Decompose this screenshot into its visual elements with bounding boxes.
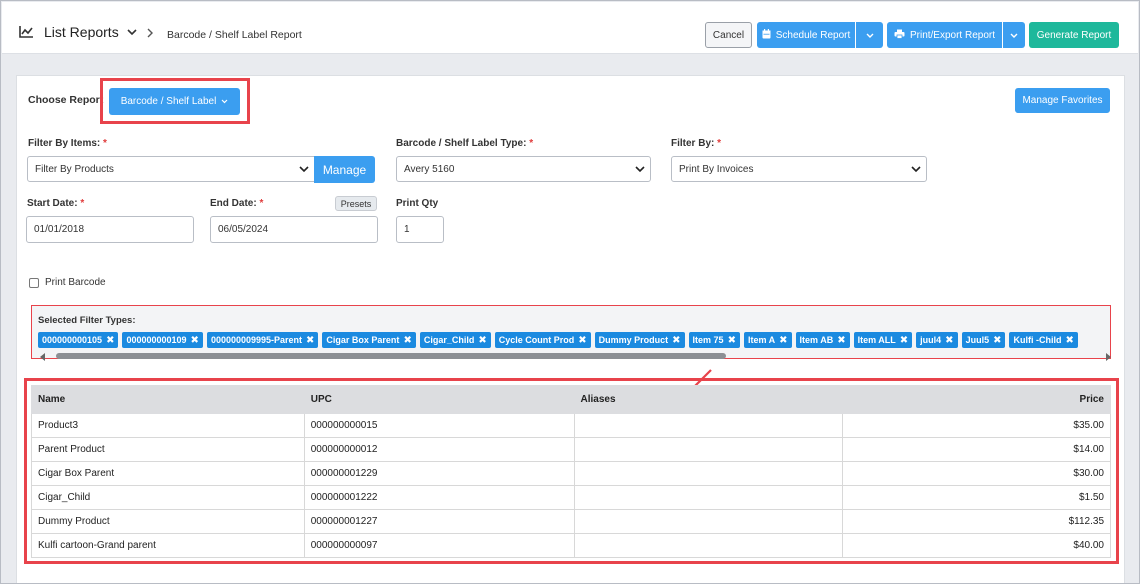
line-chart-icon <box>19 26 34 38</box>
cell-aliases <box>573 509 844 534</box>
cell-aliases <box>573 461 844 486</box>
print-export-dropdown[interactable] <box>1003 22 1025 48</box>
cell-upc: 000000000012 <box>303 437 575 462</box>
chevron-right-icon <box>147 28 154 41</box>
report-panel: Choose Report Barcode / Shelf Label Mana… <box>16 75 1125 583</box>
table-header-row: Name UPC Aliases Price <box>31 385 1111 414</box>
schedule-report-button[interactable]: Schedule Report <box>757 22 855 48</box>
printer-icon <box>894 29 910 42</box>
cell-upc: 000000001222 <box>303 485 575 510</box>
chevron-down-icon <box>1010 30 1018 41</box>
print-export-label: Print/Export Report <box>909 29 996 41</box>
table-row[interactable]: Product3 000000000015 $35.00 <box>31 413 1111 438</box>
cell-upc: 000000001229 <box>303 461 575 486</box>
table-row[interactable]: Cigar Box Parent 000000001229 $30.00 <box>31 461 1111 486</box>
list-reports-title: List Reports <box>44 24 119 40</box>
results-table-box: Name UPC Aliases Price Product3 000000000… <box>24 378 1119 564</box>
results-table: Name UPC Aliases Price Product3 000000000… <box>31 385 1111 558</box>
schedule-report-dropdown[interactable] <box>856 22 883 48</box>
cell-upc: 000000000097 <box>303 533 575 558</box>
table-row[interactable]: Dummy Product 000000001227 $112.35 <box>31 509 1111 534</box>
column-header-price[interactable]: Price <box>842 385 1111 414</box>
app-frame: List Reports Barcode / Shelf Label Repor… <box>0 0 1140 584</box>
cell-price: $112.35 <box>842 509 1111 534</box>
chevron-down-icon <box>127 28 137 36</box>
top-bar: List Reports Barcode / Shelf Label Repor… <box>2 2 1138 54</box>
print-export-button[interactable]: Print/Export Report <box>887 22 1002 48</box>
cell-aliases <box>573 533 844 558</box>
cell-name: Kulfi cartoon-Grand parent <box>31 533 305 558</box>
cancel-label: Cancel <box>712 29 745 41</box>
cell-aliases <box>573 437 844 462</box>
cell-price: $30.00 <box>842 461 1111 486</box>
cell-price: $35.00 <box>842 413 1111 438</box>
table-row[interactable]: Parent Product 000000000012 $14.00 <box>31 437 1111 462</box>
cell-upc: 000000000015 <box>303 413 575 438</box>
cell-name: Product3 <box>31 413 305 438</box>
cell-aliases <box>573 485 844 510</box>
cell-aliases <box>573 413 844 438</box>
cell-name: Cigar Box Parent <box>31 461 305 486</box>
list-reports-menu[interactable]: List Reports <box>19 24 137 40</box>
schedule-report-label: Schedule Report <box>775 29 851 41</box>
generate-report-button[interactable]: Generate Report <box>1029 22 1119 48</box>
cell-name: Cigar_Child <box>31 485 305 510</box>
cell-upc: 000000001227 <box>303 509 575 534</box>
cell-price: $1.50 <box>842 485 1111 510</box>
column-header-name[interactable]: Name <box>31 385 305 414</box>
cell-price: $14.00 <box>842 437 1111 462</box>
column-header-aliases[interactable]: Aliases <box>573 385 844 414</box>
generate-report-label: Generate Report <box>1036 29 1112 41</box>
cell-name: Parent Product <box>31 437 305 462</box>
table-row[interactable]: Cigar_Child 000000001222 $1.50 <box>31 485 1111 510</box>
column-header-upc[interactable]: UPC <box>303 385 575 414</box>
breadcrumb-current: Barcode / Shelf Label Report <box>167 29 302 41</box>
cancel-button[interactable]: Cancel <box>705 22 752 48</box>
cell-price: $40.00 <box>842 533 1111 558</box>
annotation-arrow-icon <box>684 369 712 397</box>
calendar-icon <box>762 28 776 42</box>
chevron-down-icon <box>866 30 874 41</box>
table-row[interactable]: Kulfi cartoon-Grand parent 000000000097 $4… <box>31 533 1111 558</box>
cell-name: Dummy Product <box>31 509 305 534</box>
